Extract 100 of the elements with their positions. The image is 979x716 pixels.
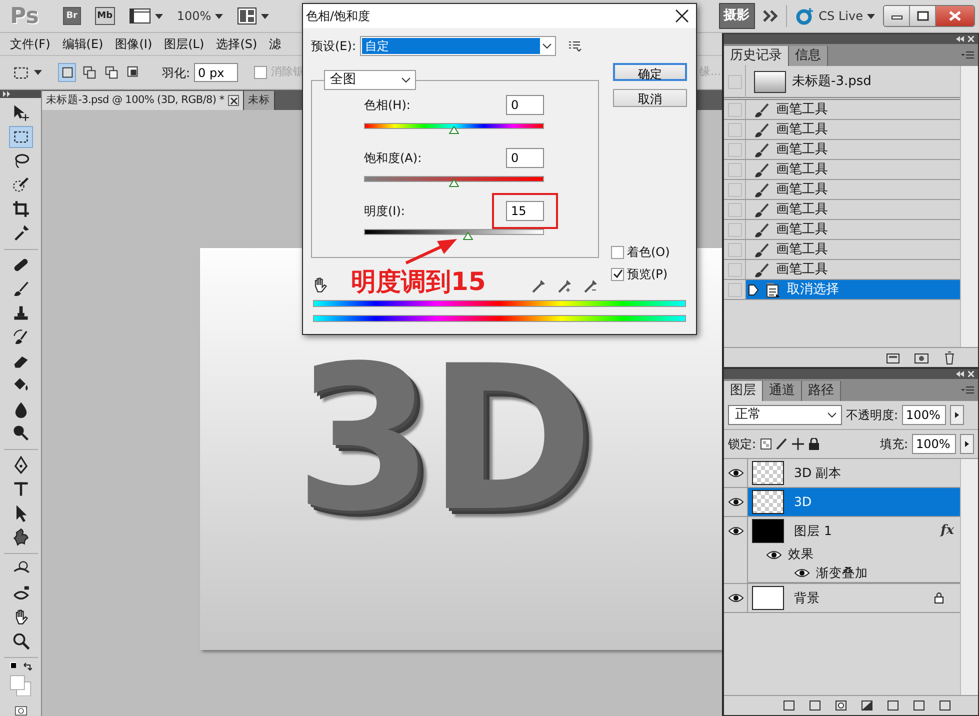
- fill-field[interactable]: 100%: [912, 434, 956, 454]
- new-document-icon[interactable]: [886, 352, 900, 364]
- hue-field[interactable]: 0: [506, 95, 544, 115]
- swap-colors-icon[interactable]: [22, 662, 32, 672]
- history-checkbox[interactable]: [728, 102, 742, 116]
- preview-checkbox[interactable]: [611, 268, 624, 280]
- close-icon[interactable]: [968, 36, 974, 42]
- preset-options-icon[interactable]: [568, 40, 582, 52]
- panel-tab[interactable]: 图层: [724, 381, 763, 401]
- document-tab[interactable]: 未标: [244, 91, 275, 110]
- new-layer-icon[interactable]: [912, 699, 926, 712]
- close-tab-button[interactable]: [228, 95, 240, 106]
- visibility-icon[interactable]: [728, 525, 744, 537]
- history-checkbox[interactable]: [728, 162, 742, 176]
- collapse-icon[interactable]: [956, 371, 964, 377]
- folder-icon[interactable]: [886, 699, 900, 712]
- visibility-icon[interactable]: [766, 548, 782, 560]
- eyedropper-icon[interactable]: [531, 278, 547, 294]
- history-item[interactable]: 画笔工具: [746, 120, 960, 139]
- history-checkbox[interactable]: [728, 122, 742, 136]
- history-checkbox[interactable]: [728, 182, 742, 196]
- history-item[interactable]: 取消选择: [746, 280, 960, 299]
- layer-row[interactable]: 图层 1 fx: [748, 517, 960, 545]
- history-checkbox[interactable]: [728, 222, 742, 236]
- history-checkbox[interactable]: [728, 242, 742, 256]
- minimize-button[interactable]: [884, 6, 910, 26]
- history-state-marker[interactable]: [748, 284, 759, 296]
- effects-badge[interactable]: fx: [940, 521, 954, 541]
- menu-item[interactable]: 图层(L): [160, 35, 208, 53]
- workspace-button[interactable]: 摄影: [718, 3, 755, 29]
- visibility-icon[interactable]: [728, 592, 744, 604]
- ok-button[interactable]: 确定: [613, 63, 687, 81]
- layer-row[interactable]: 3D 副本: [748, 459, 960, 487]
- marquee-tool-button[interactable]: [8, 126, 32, 148]
- layer-row[interactable]: 3D: [748, 488, 960, 516]
- more-workspaces-button[interactable]: [762, 9, 778, 23]
- menu-item[interactable]: 选择(S): [212, 35, 262, 53]
- checkbox[interactable]: [254, 66, 268, 79]
- snapshot-checkbox[interactable]: [728, 74, 742, 88]
- collapse-icon[interactable]: [956, 36, 964, 42]
- default-colors-icon[interactable]: [10, 662, 18, 670]
- cancel-button[interactable]: 取消: [613, 89, 687, 107]
- menu-item[interactable]: 图像(I): [111, 35, 156, 53]
- expand-icon[interactable]: [3, 90, 11, 97]
- eyedropper-icon[interactable]: [583, 278, 599, 294]
- visibility-icon[interactable]: [728, 496, 744, 508]
- lightness-field[interactable]: 15: [506, 201, 544, 221]
- history-item[interactable]: 画笔工具: [746, 100, 960, 119]
- view-extras-button[interactable]: [128, 7, 163, 25]
- new-selection-button[interactable]: [58, 63, 76, 82]
- adjustment-icon[interactable]: [860, 699, 874, 712]
- history-item[interactable]: 画笔工具: [746, 200, 960, 219]
- history-checkbox[interactable]: [728, 202, 742, 216]
- scrollbar[interactable]: [960, 459, 978, 695]
- move-arrows-icon[interactable]: [792, 438, 804, 450]
- trash-icon[interactable]: [943, 350, 956, 364]
- blend-mode-dropdown[interactable]: 正常: [728, 405, 842, 425]
- camera-icon[interactable]: [914, 351, 929, 364]
- visibility-icon[interactable]: [794, 567, 810, 579]
- cs-live-button[interactable]: CS Live: [794, 7, 875, 25]
- trash-icon[interactable]: [938, 699, 952, 712]
- panel-menu-icon[interactable]: [961, 386, 974, 394]
- close-icon[interactable]: [968, 371, 974, 377]
- scrollbar[interactable]: [960, 66, 978, 347]
- history-item[interactable]: 画笔工具: [746, 180, 960, 199]
- slider-thumb[interactable]: [449, 126, 459, 134]
- slider-thumb[interactable]: [449, 179, 459, 187]
- document-tab[interactable]: 未标题-3.psd @ 100% (3D, RGB/8) *: [42, 91, 244, 110]
- feather-field[interactable]: 0 px: [194, 63, 238, 82]
- panel-menu-icon[interactable]: [961, 51, 974, 59]
- snapshot-item[interactable]: 未标题-3.psd: [746, 65, 960, 98]
- history-checkbox[interactable]: [728, 142, 742, 156]
- history-checkbox[interactable]: [728, 262, 742, 276]
- mini-bridge-button[interactable]: Mb: [94, 7, 115, 25]
- close-button[interactable]: [674, 8, 690, 24]
- opacity-field[interactable]: 100%: [902, 405, 946, 425]
- maximize-button[interactable]: [910, 6, 936, 26]
- arrange-documents-button[interactable]: [237, 7, 270, 25]
- panel-tab[interactable]: 信息: [789, 46, 828, 66]
- bridge-button[interactable]: Br: [62, 7, 81, 25]
- eyedropper-icon[interactable]: [557, 278, 573, 294]
- mask-icon[interactable]: [834, 699, 848, 712]
- lock-transparency-icon[interactable]: [760, 438, 772, 450]
- colorize-checkbox[interactable]: [611, 246, 624, 258]
- link-icon[interactable]: [782, 699, 796, 712]
- menu-item[interactable]: 滤: [265, 35, 286, 53]
- layer-row[interactable]: 背景: [748, 584, 960, 612]
- zoom-level-dropdown[interactable]: 100%: [176, 7, 224, 25]
- menu-item[interactable]: 编辑(E): [58, 35, 108, 53]
- history-item[interactable]: 画笔工具: [746, 160, 960, 179]
- menu-item[interactable]: 文件(F): [6, 35, 54, 53]
- panel-tab[interactable]: 通道: [763, 381, 802, 401]
- lock-icon[interactable]: [808, 438, 820, 450]
- channel-dropdown[interactable]: 全图: [324, 70, 416, 90]
- fill-arrow-button[interactable]: [960, 434, 974, 454]
- panel-tab[interactable]: 路径: [802, 381, 841, 401]
- preset-dropdown[interactable]: 自定: [360, 36, 556, 56]
- history-item[interactable]: 画笔工具: [746, 260, 960, 279]
- visibility-icon[interactable]: [728, 467, 744, 479]
- saturation-field[interactable]: 0: [506, 148, 544, 168]
